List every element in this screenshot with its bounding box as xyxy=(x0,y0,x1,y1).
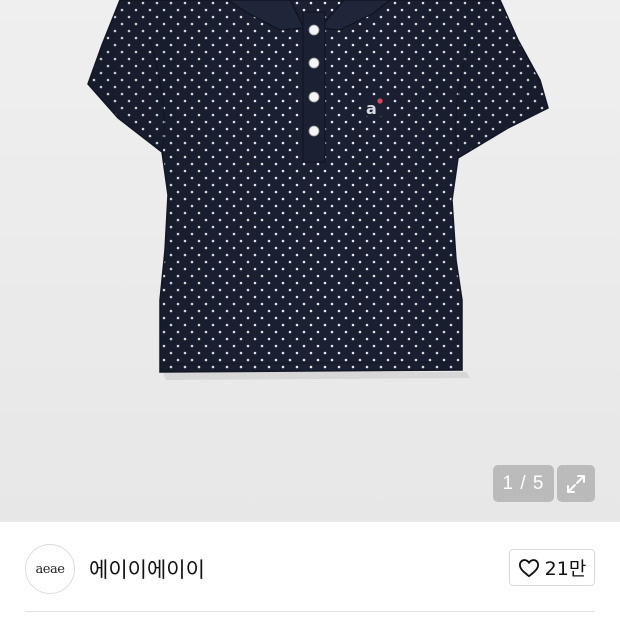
product-image: a xyxy=(87,0,549,380)
section-divider xyxy=(25,611,595,612)
product-image-gallery[interactable]: a 1 / 5 xyxy=(0,0,620,522)
expand-icon xyxy=(567,474,585,493)
shop-avatar-logo-text: aeae xyxy=(35,561,65,577)
shop-avatar[interactable]: aeae xyxy=(25,544,75,594)
like-count: 21만 xyxy=(544,558,587,580)
svg-text:a: a xyxy=(366,99,377,118)
page-counter-text: 1 / 5 xyxy=(502,472,545,494)
expand-image-button[interactable] xyxy=(557,465,595,502)
image-page-counter: 1 / 5 xyxy=(493,465,554,502)
seller-info-bar: aeae 에이이에이이 21만 xyxy=(0,522,620,612)
like-button[interactable]: 21만 xyxy=(509,549,595,586)
shop-name[interactable]: 에이이에이이 xyxy=(89,554,205,584)
heart-outline-icon xyxy=(518,558,539,577)
